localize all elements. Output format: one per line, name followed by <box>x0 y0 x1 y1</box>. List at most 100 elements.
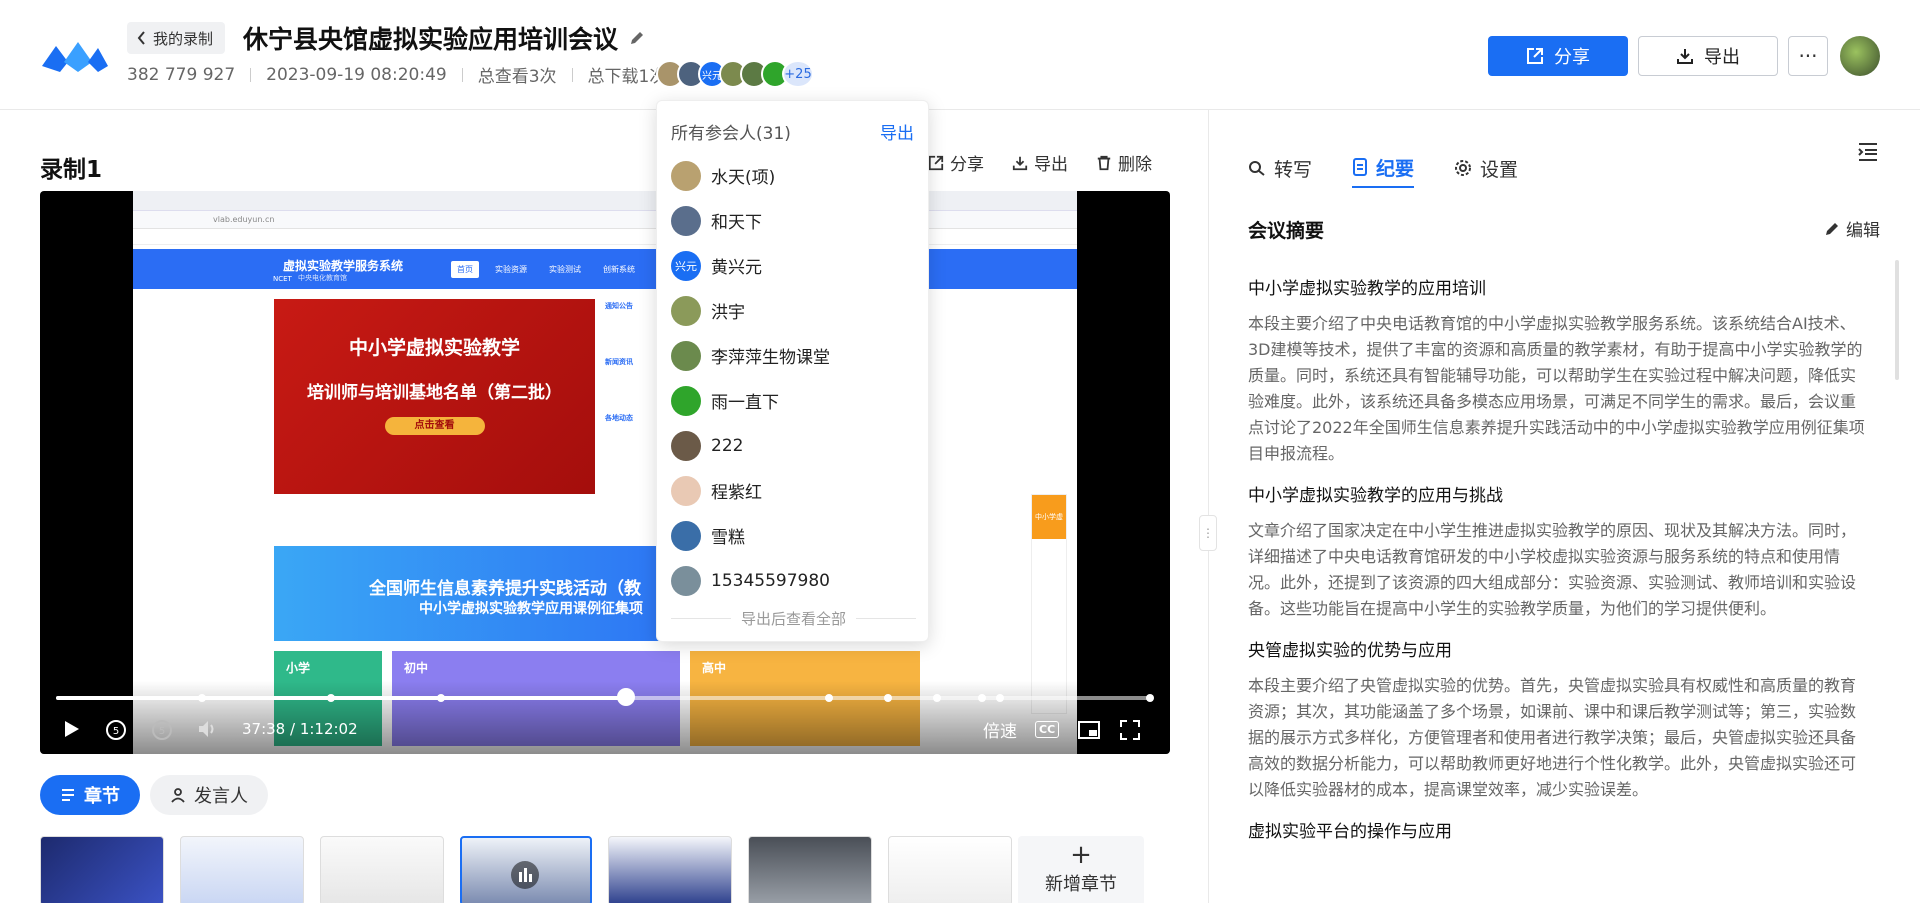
export-button[interactable]: 导出 <box>1638 36 1778 76</box>
chapter-marker[interactable] <box>933 694 941 702</box>
participants-count: 所有参会人(31) <box>671 124 791 144</box>
participants-dropdown: 所有参会人(31) 导出 水天(项) 和天下兴元 黄兴元 洪宇李萍萍生物课堂 雨一直下 2… <box>656 100 929 642</box>
forward-5-icon[interactable]: 5 <box>150 717 174 741</box>
back-to-my-recordings-button[interactable]: 我的录制 <box>127 22 226 54</box>
download-icon <box>1677 49 1693 64</box>
participant-item[interactable]: 222 <box>671 423 916 468</box>
list-icon <box>62 789 74 801</box>
participant-item[interactable]: 雪糕 <box>671 513 916 558</box>
fullscreen-icon[interactable] <box>1119 719 1141 741</box>
chapter-marker[interactable] <box>198 694 206 702</box>
recording-export-button[interactable]: 导出 <box>1012 150 1068 175</box>
activity-line-2: 中小学虚拟实验教学应用课例征集项 <box>419 601 643 617</box>
participant-avatar: 兴元 <box>671 250 701 281</box>
participant-item[interactable]: 15345597980 <box>671 558 916 603</box>
site-logo-text: NCET <box>273 275 292 283</box>
tab-settings[interactable]: 设置 <box>1454 148 1518 188</box>
chapter-thumbnail[interactable] <box>320 836 444 903</box>
more-options-button[interactable]: ··· <box>1788 36 1828 76</box>
browser-tab-bar <box>133 191 1077 211</box>
delete-label: 删除 <box>1118 155 1152 175</box>
chapter-thumbnail-active[interactable] <box>460 836 592 903</box>
meeting-datetime: 2023-09-19 08:20:49 <box>266 64 447 85</box>
participant-item[interactable]: 兴元 黄兴元 <box>671 243 916 288</box>
chapter-thumbnail[interactable] <box>888 836 1012 903</box>
shared-screen: vlab.eduyun.cn 虚拟实验教学服务系统 中央电化教育馆 NCET 首… <box>133 191 1077 754</box>
panel-scrollbar[interactable] <box>1895 260 1899 380</box>
edit-title-icon[interactable] <box>628 29 646 47</box>
edit-icon <box>1826 222 1838 235</box>
participants-footer: 导出后查看全部 <box>671 608 917 629</box>
rewind-5-icon[interactable]: 5 <box>104 717 128 741</box>
summary-sections: 中小学虚拟实验教学的应用培训 本段主要介绍了中央电话教育馆的中小学虚拟实验教学服… <box>1248 274 1868 854</box>
progress-bar[interactable] <box>56 696 1153 700</box>
chapter-marker[interactable] <box>996 694 1004 702</box>
participant-name: 15345597980 <box>711 570 830 591</box>
export-label: 导出 <box>1034 155 1068 175</box>
share-button[interactable]: 分享 <box>1488 36 1628 76</box>
participants-export-link[interactable]: 导出 <box>880 119 914 144</box>
volume-icon[interactable] <box>196 718 220 740</box>
chapter-marker[interactable] <box>825 694 833 702</box>
participant-name: 雨一直下 <box>711 393 779 413</box>
recording-share-button[interactable]: 分享 <box>928 150 984 175</box>
meta-divider <box>250 67 252 82</box>
summary-section: 央管虚拟实验的优势与应用 本段主要介绍了央管虚拟实验的优势。首先，央管虚拟实验具… <box>1248 636 1868 803</box>
tab-minutes[interactable]: 纪要 <box>1352 148 1415 188</box>
meeting-title: 休宁县央馆虚拟实验应用培训会议 <box>243 25 619 54</box>
participant-item[interactable]: 雨一直下 <box>671 378 916 423</box>
user-avatar[interactable] <box>1840 36 1880 76</box>
collapse-panel-icon[interactable] <box>1856 140 1880 164</box>
chapter-marker[interactable] <box>978 694 986 702</box>
edit-summary-button[interactable]: 编辑 <box>1824 216 1880 241</box>
add-chapter-button[interactable]: + 新增章节 <box>1018 836 1144 903</box>
chapter-marker[interactable] <box>327 694 335 702</box>
participant-avatars[interactable]: 兴元 +25 <box>656 60 814 88</box>
chapter-marker[interactable] <box>884 694 892 702</box>
participant-name: 和天下 <box>711 213 762 233</box>
participant-item[interactable]: 李萍萍生物课堂 <box>671 333 916 378</box>
section-heading: 中小学虚拟实验教学的应用培训 <box>1248 279 1486 299</box>
participant-avatar <box>671 340 701 371</box>
section-heading: 中小学虚拟实验教学的应用与挑战 <box>1248 486 1503 506</box>
picture-in-picture-icon[interactable] <box>1077 720 1101 740</box>
player-right-controls: 倍速 CC <box>983 717 1141 742</box>
panel-resize-handle[interactable]: ⋮ <box>1199 515 1217 551</box>
activity-line-1: 全国师生信息素养提升实践活动（教 <box>369 579 641 599</box>
chapter-marker[interactable] <box>437 694 445 702</box>
participant-item[interactable]: 洪宇 <box>671 288 916 333</box>
browser-bookmarks <box>133 229 1077 245</box>
participant-name: 李萍萍生物课堂 <box>711 348 830 368</box>
share-icon <box>928 155 944 170</box>
tab-chapters[interactable]: 章节 <box>40 775 140 815</box>
banner-line-1: 中小学虚拟实验教学 <box>348 337 520 359</box>
trash-icon <box>1097 155 1111 170</box>
tab-minutes-label: 纪要 <box>1376 157 1415 180</box>
play-icon[interactable] <box>60 718 82 740</box>
chapter-thumbnail[interactable] <box>40 836 164 903</box>
tab-transcript[interactable]: 转写 <box>1248 148 1312 188</box>
tab-speakers[interactable]: 发言人 <box>150 775 268 815</box>
export-to-view-all[interactable]: 导出后查看全部 <box>741 608 846 629</box>
section-heading: 央管虚拟实验的优势与应用 <box>1248 641 1452 661</box>
summary-section: 虚拟实验平台的操作与应用 <box>1248 817 1868 842</box>
participant-item[interactable]: 水天(项) <box>671 153 916 198</box>
participant-item[interactable]: 和天下 <box>671 198 916 243</box>
chevron-left-icon <box>137 31 145 45</box>
edit-label: 编辑 <box>1846 221 1880 241</box>
chapter-thumbnail[interactable] <box>748 836 872 903</box>
playback-speed-button[interactable]: 倍速 <box>983 717 1017 742</box>
site-nav: 虚拟实验教学服务系统 中央电化教育馆 NCET 首页 实验资源 实验测试 创新系… <box>133 249 1077 289</box>
video-player[interactable]: vlab.eduyun.cn 虚拟实验教学服务系统 中央电化教育馆 NCET 首… <box>40 191 1170 754</box>
site-tabs: 首页 实验资源 实验测试 创新系统 教 <box>451 261 671 278</box>
svg-text:5: 5 <box>159 726 165 737</box>
chapter-thumbnail[interactable] <box>180 836 304 903</box>
title-row: 休宁县央馆虚拟实验应用培训会议 <box>243 20 646 56</box>
recording-delete-button[interactable]: 删除 <box>1096 150 1152 175</box>
captions-button[interactable]: CC <box>1035 721 1060 738</box>
chapter-thumbnail[interactable] <box>608 836 732 903</box>
more-participants-badge[interactable]: +25 <box>782 60 814 88</box>
participant-item[interactable]: 程紫红 <box>671 468 916 513</box>
chapter-marker[interactable] <box>1146 694 1154 702</box>
tab-settings-label: 设置 <box>1480 158 1519 181</box>
